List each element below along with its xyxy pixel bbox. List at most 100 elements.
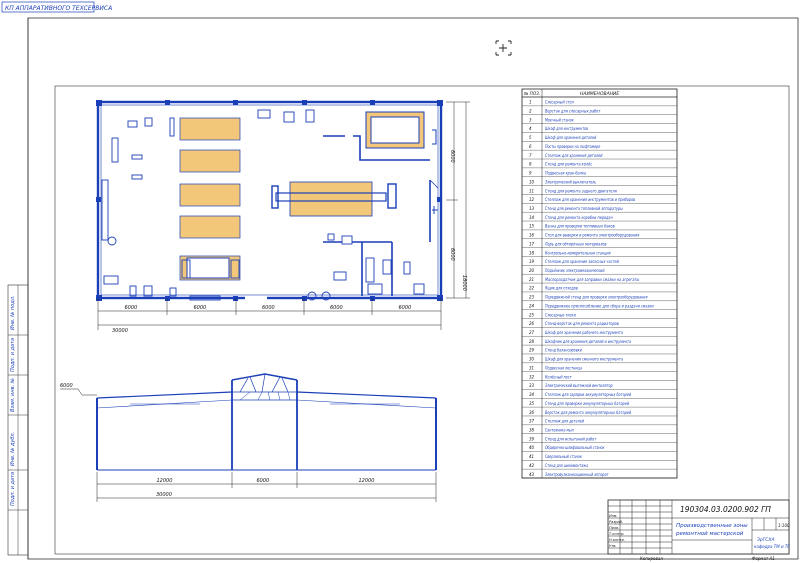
table-row-name: Электрический выключатель xyxy=(544,179,597,184)
table-row: 16 Стол для выверки и ремонта электрообор… xyxy=(529,233,640,238)
table-row-number: 21 xyxy=(529,277,534,282)
table-row-number: 19 xyxy=(529,259,535,264)
table-row-name: Стеллаж для хранения запасных частей xyxy=(545,259,619,264)
table-row-number: 13 xyxy=(529,206,535,211)
side-stamp-label: Инв. № дубл. xyxy=(10,431,16,466)
table-row-name: Ларь для обтирочных материалов xyxy=(544,241,607,246)
table-row-number: 24 xyxy=(529,303,535,308)
table-row-name: Ящик для отходов xyxy=(544,286,578,291)
table-row-number: 11 xyxy=(529,188,534,193)
table-row-name: Стенд для ремонта коробки передач xyxy=(545,215,613,220)
table-row-number: 27 xyxy=(529,330,535,335)
table-row-name: Стол для выверки и ремонта электрооборуд… xyxy=(545,233,640,238)
side-stamp-label: Инв. № подл. xyxy=(10,295,16,331)
table-row-number: 12 xyxy=(529,197,535,202)
table-row-number: 22 xyxy=(529,286,535,291)
table-row-name: Стеллаж для хранения деталей xyxy=(545,153,603,158)
table-row-name: Слесарный стол xyxy=(545,100,574,105)
table-row-number: 15 xyxy=(529,224,535,229)
title-role-label: Утв. xyxy=(609,544,617,548)
table-row-number: 28 xyxy=(529,339,535,344)
plan-dim-label: 6000 xyxy=(262,305,275,311)
table-row-name: Сантехника мыл xyxy=(545,427,574,432)
plan-dim-right-label: 6000 xyxy=(449,248,455,261)
table-row-name: Стенд для ремонта топливной аппаратуры xyxy=(545,206,623,211)
section-dim-label: 12000 xyxy=(157,478,173,484)
table-row: 28 Шкафчик для хранения деталей и инструм… xyxy=(529,339,632,344)
table-header-num: № ПОЗ. xyxy=(523,91,540,96)
side-stamp-label: Подп. и дата xyxy=(10,337,16,372)
table-row-number: 41 xyxy=(529,454,534,459)
central-lift xyxy=(289,181,373,217)
table-row-number: 43 xyxy=(529,472,535,477)
table-row-name: Подвесная кран-балка xyxy=(545,171,586,176)
table-row-number: 16 xyxy=(529,233,535,238)
section-dim-label: 6000 xyxy=(257,478,270,484)
table-row-name: Моечный станок xyxy=(545,117,574,122)
title-role-label: Разраб. xyxy=(609,520,623,524)
table-row-number: 42 xyxy=(529,463,535,468)
table-row: 34 Стеллаж для зарядки аккумуляторных бат… xyxy=(529,392,631,397)
table-header-name: НАИМЕНОВАНИЕ xyxy=(580,91,619,97)
table-row-number: 18 xyxy=(529,250,535,255)
table-row-name: Ванна для проверки топливных баков xyxy=(545,224,615,229)
table-row: 23 Передвижной стенд для проверки электро… xyxy=(529,295,648,300)
drawing-viewport: КП АППАРАТИВНОГО ТЕХСЕРВИСА 6000 6000 60… xyxy=(0,0,800,563)
section-dimension-labels: 12000 6000 12000 30000 6000 xyxy=(60,383,374,498)
plan-dim-label: 6000 xyxy=(399,305,412,311)
doc-code: 190304.03.0200.902 ГП xyxy=(680,505,771,514)
drawing-canvas: КП АППАРАТИВНОГО ТЕХСЕРВИСА 6000 6000 60… xyxy=(1,1,799,561)
table-row-name: Стеллаж для зарядки аккумуляторных батар… xyxy=(545,392,631,397)
table-row-name: Электрический вытяжной вентилятор xyxy=(544,383,613,388)
table-row-number: 20 xyxy=(529,268,535,273)
table-row-number: 29 xyxy=(529,348,535,353)
title-role-label: Н.контр. xyxy=(609,538,625,542)
table-row-number: 37 xyxy=(529,419,535,424)
table-row-number: 31 xyxy=(529,365,534,370)
table-row-number: 26 xyxy=(529,321,535,326)
scale: 1:100 xyxy=(778,523,790,528)
parking-bays xyxy=(179,117,241,239)
equipment-table: № ПОЗ. НАИМЕНОВАНИЕ1 Слесарный стол2 Верста… xyxy=(521,88,678,479)
table-row-number: 38 xyxy=(529,427,535,432)
title-role-label: Пров. xyxy=(609,526,619,530)
table-row-number: 35 xyxy=(529,401,535,406)
table-row-name: Колёсный пост xyxy=(545,374,572,379)
table-row-name: Стенд для ремонта колёс xyxy=(545,162,593,167)
table-row-name: Передвижной стенд для проверки электрооб… xyxy=(545,295,648,300)
section-view xyxy=(96,373,437,471)
crosshair-plus-icon[interactable] xyxy=(495,40,512,56)
table-row: 12 Стеллаж для хранения инструментов и пр… xyxy=(529,197,636,202)
title-role-label: Изм. xyxy=(609,514,617,518)
table-row-name: Маслораздатчик для заправки смазки на аг… xyxy=(545,277,639,282)
title-line-2: ремонтной мастерской xyxy=(675,531,744,537)
table-row-number: 1 xyxy=(529,100,532,105)
table-row-name: Стенд для проверки аккумуляторных батаре… xyxy=(545,401,629,406)
table-row-number: 36 xyxy=(529,410,535,415)
title-line-1: Производственные зоны xyxy=(676,523,748,529)
table-row-name: Передвижное приспособление для сбора и р… xyxy=(545,303,654,308)
table-row-name: Стенд для испытаний работ xyxy=(545,436,597,441)
title-role-label: Т.контр. xyxy=(609,532,625,536)
org-line-2: кафедра ТМ и ТС xyxy=(754,544,790,549)
plan-dim-total: 30000 xyxy=(112,328,128,334)
table-row-name: Верстак для ремонта аккумуляторных батар… xyxy=(545,410,631,415)
table-row-number: 39 xyxy=(529,436,535,441)
plan-dim-right-label: 6000 xyxy=(449,150,455,163)
table-row-name: Шкаф для хранения деталей xyxy=(545,135,597,140)
section-dimensions xyxy=(60,388,437,502)
side-stamp-label: Взам. инв. № xyxy=(10,378,16,412)
table-row-name: Посты проверки на люфтомере xyxy=(545,144,601,149)
org-line-1: ЗрГСХА xyxy=(757,537,775,543)
table-row-name: Шкафчик для хранения деталей и инструмен… xyxy=(545,339,632,344)
table-row: 24 Передвижное приспособление для сбора и… xyxy=(529,303,654,308)
plan-dim-label: 6000 xyxy=(330,305,343,311)
table-row: 21 Маслораздатчик для заправки смазки на … xyxy=(529,277,639,282)
table-row-name: Электровулканизационный аппарат xyxy=(544,472,609,477)
table-row-name: Стенд для шиномонтажа xyxy=(545,463,588,468)
section-dim-total: 30000 xyxy=(156,492,172,498)
format-label: Формат А1 xyxy=(752,556,775,561)
table-row-name: Подвесная лестница xyxy=(545,365,582,370)
table-row-number: 25 xyxy=(529,312,535,317)
corner-label: КП АППАРАТИВНОГО ТЕХСЕРВИСА xyxy=(5,5,112,12)
